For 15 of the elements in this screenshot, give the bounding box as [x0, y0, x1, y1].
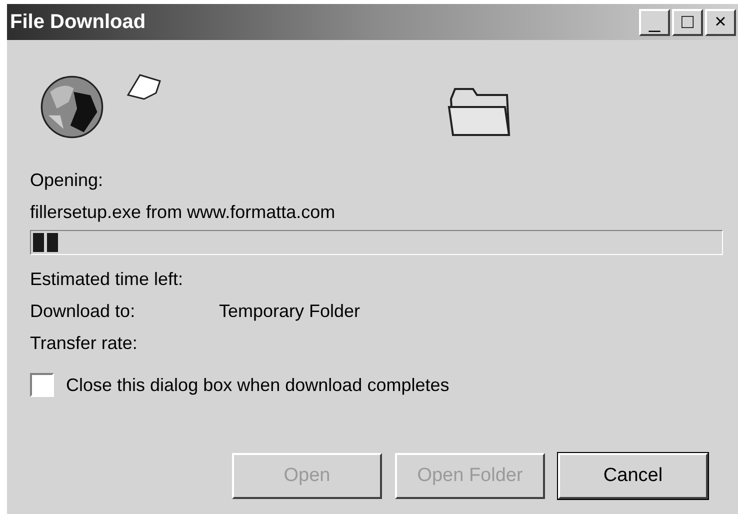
detail-label: Transfer rate: [30, 332, 138, 354]
globe-icon [40, 75, 104, 139]
status-label: Opening: [30, 168, 104, 192]
dialog-button[interactable]: Cancel [558, 453, 708, 499]
window-control-button[interactable]: □ [672, 8, 703, 36]
folder-icon [447, 85, 513, 139]
file-source-text: fillersetup.exe from www.formatta.com [30, 200, 336, 224]
detail-label: Download to: [30, 300, 136, 322]
checkbox-label: Close this dialog box when download completes [66, 374, 450, 397]
window-title: File Download [10, 10, 146, 35]
detail-label: Estimated time left: [30, 268, 184, 290]
detail-value: Temporary Folder [219, 300, 360, 323]
checkbox[interactable] [30, 373, 54, 397]
window-control-button[interactable]: _ [639, 8, 670, 36]
window-control-button[interactable]: × [705, 8, 736, 36]
